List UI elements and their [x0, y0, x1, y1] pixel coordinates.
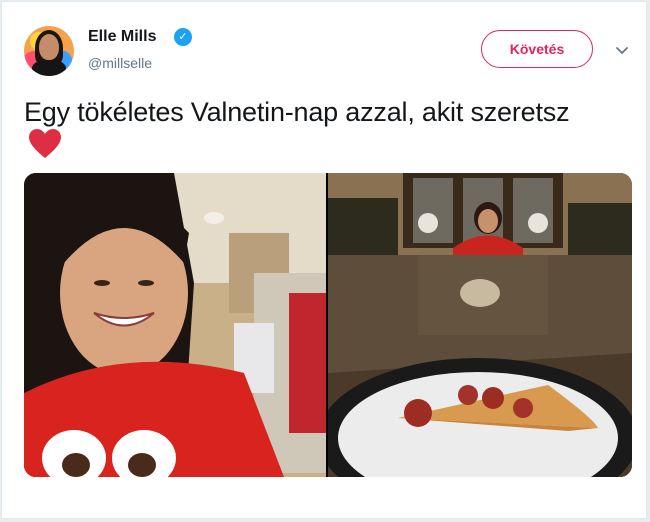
avatar-body — [32, 60, 66, 76]
red-heart-icon — [29, 129, 61, 158]
chevron-down-icon[interactable] — [614, 42, 630, 58]
profile-avatar[interactable] — [24, 26, 74, 76]
follow-button[interactable]: Követés — [481, 30, 593, 68]
pizza-table-photo[interactable] — [328, 173, 632, 477]
verified-badge-icon: ✓ — [174, 28, 192, 46]
user-handle[interactable]: @millselle — [88, 55, 152, 71]
media-grid — [24, 173, 632, 477]
tweet-card: Elle Mills ✓ @millselle Követés Egy töké… — [1, 1, 647, 519]
selfie-photo[interactable] — [24, 173, 326, 477]
tweet-text: Egy tökéletes Valnetin-nap azzal, akit s… — [24, 97, 570, 127]
avatar-face — [39, 34, 59, 60]
user-name[interactable]: Elle Mills — [88, 28, 156, 46]
